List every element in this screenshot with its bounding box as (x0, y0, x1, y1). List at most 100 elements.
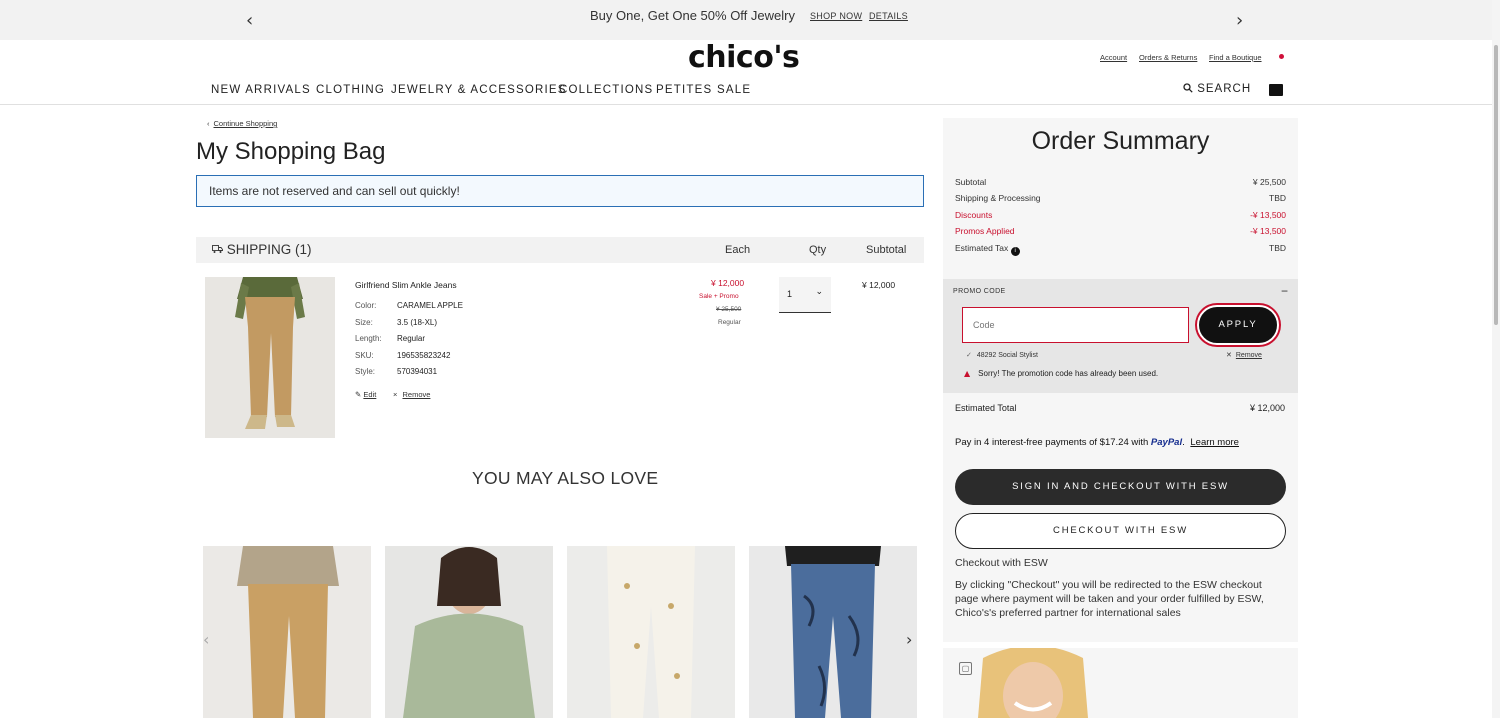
attr-sku-value: 196535823242 (397, 351, 451, 360)
paypal-learn-more-link[interactable]: Learn more (1190, 437, 1239, 448)
find-boutique-link[interactable]: Find a Boutique (1209, 53, 1262, 62)
shipping-label: SHIPPING (1) (226, 242, 312, 257)
summary-shipping-label: Shipping & Processing (955, 193, 1041, 203)
edit-item-button[interactable]: ✎ Edit (355, 390, 376, 399)
rec-product-photo (203, 546, 371, 718)
estimated-total-value: ¥ 12,000 (1250, 403, 1286, 413)
summary-discounts-label: Discounts (955, 210, 993, 220)
attr-color-value: CARAMEL APPLE (397, 301, 463, 310)
applied-promo: ✓ 48292 Social Stylist (966, 351, 1038, 359)
account-link[interactable]: Account (1100, 53, 1127, 62)
scrollbar-thumb[interactable] (1494, 45, 1498, 325)
col-qty: Qty (809, 244, 827, 256)
summary-tax-label: Estimated Tax i (955, 243, 1020, 256)
price-original: ¥ 25,500 (716, 306, 742, 313)
remove-promo-label: Remove (1235, 352, 1262, 359)
promo-bar: ‹ Buy One, Get One 50% Off Jewelry SHOP … (0, 0, 1500, 40)
orders-returns-link[interactable]: Orders & Returns (1139, 53, 1197, 62)
remove-label: Remove (402, 390, 431, 399)
attr-color-label: Color: (355, 301, 377, 310)
recommendations-title: YOU MAY ALSO LOVE (472, 468, 659, 488)
chevron-right-icon[interactable]: › (1236, 10, 1243, 31)
shop-now-link[interactable]: SHOP NOW (810, 11, 862, 21)
nav-petites[interactable]: PETITES (656, 84, 712, 96)
search-button[interactable]: SEARCH (1183, 83, 1251, 95)
header-divider (0, 104, 1492, 105)
col-each: Each (725, 244, 751, 256)
quantity-value: 1 (787, 289, 793, 299)
attr-length-value: Regular (397, 334, 426, 343)
product-name[interactable]: Girlfriend Slim Ankle Jeans (355, 280, 457, 290)
apply-promo-button[interactable]: APPLY (1197, 305, 1279, 345)
shipping-title: SHIPPING (1) (212, 242, 312, 257)
edit-label: Edit (363, 390, 377, 399)
price-sale: ¥ 12,000 (711, 278, 745, 288)
attr-length-label: Length: (355, 334, 382, 343)
rec-card[interactable] (203, 546, 371, 718)
col-subtotal: Subtotal (866, 244, 907, 256)
summary-tax-text: Estimated Tax (955, 243, 1009, 253)
continue-shopping-link[interactable]: ‹ Continue Shopping (207, 119, 277, 128)
price-regular-label: Regular (718, 319, 741, 326)
chevron-left-icon: ‹ (207, 119, 210, 128)
search-label: SEARCH (1197, 83, 1252, 95)
checkout-esw-button[interactable]: CHECKOUT WITH ESW (955, 513, 1286, 549)
close-icon: ✕ (1226, 352, 1232, 359)
rec-card[interactable] (567, 546, 735, 718)
bag-add-icon[interactable]: ▢ (959, 662, 972, 675)
rec-card[interactable] (749, 546, 917, 718)
sign-in-checkout-button[interactable]: SIGN IN AND CHECKOUT WITH ESW (955, 469, 1286, 505)
continue-shopping-label: Continue Shopping (213, 119, 278, 128)
details-link[interactable]: DETAILS (869, 11, 908, 21)
chevron-left-icon[interactable]: ‹ (246, 10, 253, 31)
paypal-logo: PayPal (1150, 437, 1183, 448)
warning-icon: ▲ (964, 369, 971, 378)
carousel-prev-icon[interactable]: ‹ (203, 630, 209, 649)
summary-subtotal-label: Subtotal (955, 177, 987, 187)
nav-new-arrivals[interactable]: NEW ARRIVALS (211, 84, 311, 96)
carousel-next-icon[interactable]: › (906, 630, 912, 649)
attr-style-value: 570394031 (397, 367, 438, 376)
shipping-header: SHIPPING (1) Each Qty Subtotal (196, 237, 924, 263)
info-icon[interactable]: i (1010, 247, 1020, 256)
line-subtotal: ¥ 12,000 (862, 280, 896, 290)
nav-clothing[interactable]: CLOTHING (316, 84, 385, 96)
summary-discounts-value: -¥ 13,500 (1250, 210, 1286, 220)
close-icon: × (393, 390, 398, 399)
rec-card[interactable] (385, 546, 553, 718)
rec-product-photo (567, 546, 735, 718)
nav-jewelry-accessories[interactable]: JEWELRY & ACCESSORIES (391, 84, 567, 96)
summary-shipping-value: TBD (1269, 193, 1286, 203)
nav-sale[interactable]: SALE (717, 84, 751, 96)
shopping-bag-icon[interactable] (1269, 84, 1283, 96)
reservation-notice: Items are not reserved and can sell out … (196, 175, 924, 207)
collapse-icon[interactable]: − (1281, 284, 1288, 298)
price-note: Sale + Promo (699, 293, 739, 300)
remove-promo-button[interactable]: ✕ Remove (1226, 351, 1262, 359)
checkmark-icon: ✓ (966, 352, 972, 359)
summary-subtotal-value: ¥ 25,500 (1252, 177, 1286, 187)
product-image[interactable] (205, 277, 335, 438)
page-title: My Shopping Bag (196, 138, 386, 165)
applied-promo-code: 48292 Social Stylist (976, 352, 1038, 359)
promo-tile-photo (943, 648, 1298, 718)
nav-collections[interactable]: COLLECTIONS (559, 84, 653, 96)
summary-promos-value: -¥ 13,500 (1250, 226, 1286, 236)
esw-caption: Checkout with ESW (955, 557, 1048, 569)
summary-tax-value: TBD (1269, 243, 1286, 253)
attr-style-label: Style: (355, 367, 376, 376)
promo-code-input[interactable] (962, 307, 1189, 343)
pencil-icon: ✎ (355, 390, 362, 399)
country-flag-icon[interactable] (1279, 54, 1284, 59)
quantity-select[interactable]: 1 ⌄ (779, 277, 831, 313)
remove-item-button[interactable]: × Remove (393, 390, 430, 399)
paypal-installments-message: Pay in 4 interest-free payments of $17.2… (955, 437, 1239, 448)
chevron-down-icon: ⌄ (815, 287, 823, 297)
truck-icon (212, 245, 223, 253)
attr-size-label: Size: (355, 318, 373, 327)
product-photo (205, 277, 335, 438)
promo-tile[interactable] (943, 648, 1298, 718)
promo-error-text: Sorry! The promotion code has already be… (978, 369, 1159, 378)
summary-promos-label: Promos Applied (955, 226, 1015, 236)
chicos-logo[interactable]: chico's (688, 40, 800, 75)
